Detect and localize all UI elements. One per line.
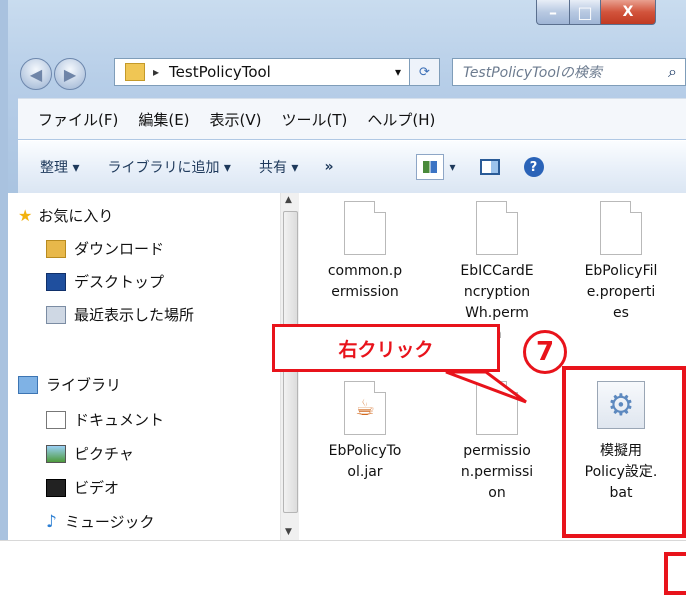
documents-icon bbox=[46, 410, 66, 429]
file-name-line: e.properti bbox=[586, 284, 656, 300]
preview-pane-icon[interactable] bbox=[479, 159, 500, 175]
step-number: 7 bbox=[535, 337, 555, 367]
refresh-button[interactable]: ⟳ bbox=[410, 58, 440, 86]
scroll-down-icon[interactable]: ▼ bbox=[285, 527, 292, 537]
maximize-button[interactable]: □ bbox=[570, 0, 601, 25]
file-name-line: n.permissi bbox=[460, 464, 534, 480]
nav-recent-places[interactable]: 最近表示した場所 bbox=[46, 304, 194, 325]
pictures-icon bbox=[46, 444, 66, 463]
caption-buttons: – □ X bbox=[536, 0, 656, 26]
nav-libraries-label: ライブラリ bbox=[46, 376, 122, 394]
java-jar-icon: ☕ bbox=[344, 381, 386, 435]
breadcrumb-arrow-icon: ▸ bbox=[153, 65, 160, 79]
menu-help[interactable]: ヘルプ(H) bbox=[367, 109, 435, 130]
file-name-line: es bbox=[613, 305, 629, 321]
menu-tools[interactable]: ツール(T) bbox=[282, 109, 348, 130]
document-icon bbox=[600, 201, 642, 255]
search-input[interactable]: TestPolicyToolの検索 ⌕ bbox=[452, 58, 686, 86]
highlight-box bbox=[562, 366, 686, 538]
view-options-dropdown-icon[interactable]: ▾ bbox=[450, 160, 456, 174]
forward-button[interactable]: ▶ bbox=[54, 58, 86, 90]
navigation-pane: ★ お気に入り ダウンロード デスクトップ 最近表示した場所 ライブラリ ドキュ… bbox=[8, 193, 278, 540]
videos-icon bbox=[46, 478, 66, 497]
nav-videos[interactable]: ビデオ bbox=[46, 477, 119, 498]
recent-places-icon bbox=[46, 305, 66, 324]
nav-music-label: ミュージック bbox=[64, 513, 155, 531]
nav-pictures[interactable]: ピクチャ bbox=[46, 443, 134, 464]
more-commands-button[interactable]: » bbox=[324, 159, 333, 175]
search-placeholder: TestPolicyToolの検索 bbox=[463, 65, 602, 81]
nav-documents[interactable]: ドキュメント bbox=[46, 409, 164, 430]
nav-music[interactable]: ♪ ミュージック bbox=[46, 511, 155, 532]
callout-label: 右クリック bbox=[338, 338, 434, 361]
right-click-callout: 右クリック bbox=[272, 324, 500, 372]
scroll-up-icon[interactable]: ▲ bbox=[285, 195, 292, 205]
nav-downloads[interactable]: ダウンロード bbox=[46, 238, 164, 259]
menu-file[interactable]: ファイル(F) bbox=[38, 109, 118, 130]
star-icon: ★ bbox=[18, 206, 33, 225]
forward-arrow-icon: ▶ bbox=[63, 64, 77, 84]
organize-button[interactable]: 整理 ▾ bbox=[40, 157, 79, 177]
nav-videos-label: ビデオ bbox=[74, 479, 120, 497]
address-path[interactable]: TestPolicyTool bbox=[169, 63, 271, 81]
file-name-line: ncryption bbox=[463, 284, 531, 300]
refresh-icon: ⟳ bbox=[419, 64, 430, 80]
nav-documents-label: ドキュメント bbox=[74, 411, 165, 429]
menu-edit[interactable]: 編集(E) bbox=[138, 109, 189, 130]
downloads-folder-icon bbox=[46, 239, 66, 258]
file-name-line: EbPolicyTo bbox=[328, 443, 402, 459]
nav-desktop-label: デスクトップ bbox=[74, 273, 165, 291]
nav-favorites[interactable]: ★ お気に入り bbox=[18, 205, 113, 226]
window-left-edge bbox=[0, 0, 8, 540]
file-name-line: permissio bbox=[463, 443, 531, 459]
java-cup-icon: ☕ bbox=[355, 395, 375, 421]
change-view-button[interactable] bbox=[415, 154, 444, 180]
desktop-icon bbox=[46, 272, 66, 291]
folder-icon bbox=[125, 63, 145, 81]
search-icon[interactable]: ⌕ bbox=[668, 62, 677, 82]
help-icon[interactable]: ? bbox=[523, 157, 544, 177]
music-icon: ♪ bbox=[46, 511, 57, 532]
partial-highlight-box bbox=[664, 552, 686, 595]
nav-pictures-label: ピクチャ bbox=[74, 445, 134, 463]
view-grid-icon bbox=[422, 161, 437, 173]
file-name-line: ermission bbox=[331, 284, 399, 300]
file-name-line: EbPolicyFil bbox=[584, 263, 658, 279]
add-to-library-button[interactable]: ライブラリに追加 ▾ bbox=[107, 157, 230, 177]
libraries-icon bbox=[18, 375, 38, 394]
callout-pointer bbox=[445, 370, 527, 404]
step-number-badge: 7 bbox=[523, 330, 567, 374]
document-icon bbox=[476, 201, 518, 255]
file-name-line: on bbox=[488, 485, 506, 501]
address-bar[interactable]: ▸ TestPolicyTool ▾ bbox=[114, 58, 410, 86]
back-arrow-icon: ◀ bbox=[29, 64, 43, 84]
file-name-line: Wh.perm bbox=[465, 305, 529, 321]
nav-downloads-label: ダウンロード bbox=[74, 240, 165, 258]
menu-view[interactable]: 表示(V) bbox=[210, 109, 262, 130]
nav-favorites-label: お気に入り bbox=[38, 207, 114, 225]
close-button[interactable]: X bbox=[601, 0, 656, 25]
menu-bar: ファイル(F) 編集(E) 表示(V) ツール(T) ヘルプ(H) bbox=[18, 98, 686, 139]
file-name-line: ol.jar bbox=[347, 464, 383, 480]
file-name-line: common.p bbox=[327, 263, 403, 279]
file-common-permission[interactable]: common.p ermission bbox=[315, 201, 415, 303]
command-bar: 整理 ▾ ライブラリに追加 ▾ 共有 ▾ » ▾ ? bbox=[18, 140, 686, 194]
nav-desktop[interactable]: デスクトップ bbox=[46, 271, 164, 292]
nav-libraries[interactable]: ライブラリ bbox=[18, 374, 121, 395]
minimize-button[interactable]: – bbox=[536, 0, 570, 25]
back-button[interactable]: ◀ bbox=[20, 58, 52, 90]
file-ebpolicyfile-properties[interactable]: EbPolicyFil e.properti es bbox=[571, 201, 671, 324]
file-ebpolicytool-jar[interactable]: ☕ EbPolicyTo ol.jar bbox=[315, 381, 415, 483]
nav-recent-label: 最近表示した場所 bbox=[74, 306, 195, 324]
file-name-line: EbICCardE bbox=[460, 263, 534, 279]
document-icon bbox=[344, 201, 386, 255]
window-bottom-divider bbox=[0, 540, 686, 541]
share-button[interactable]: 共有 ▾ bbox=[259, 157, 298, 177]
address-dropdown-icon[interactable]: ▾ bbox=[395, 65, 401, 79]
